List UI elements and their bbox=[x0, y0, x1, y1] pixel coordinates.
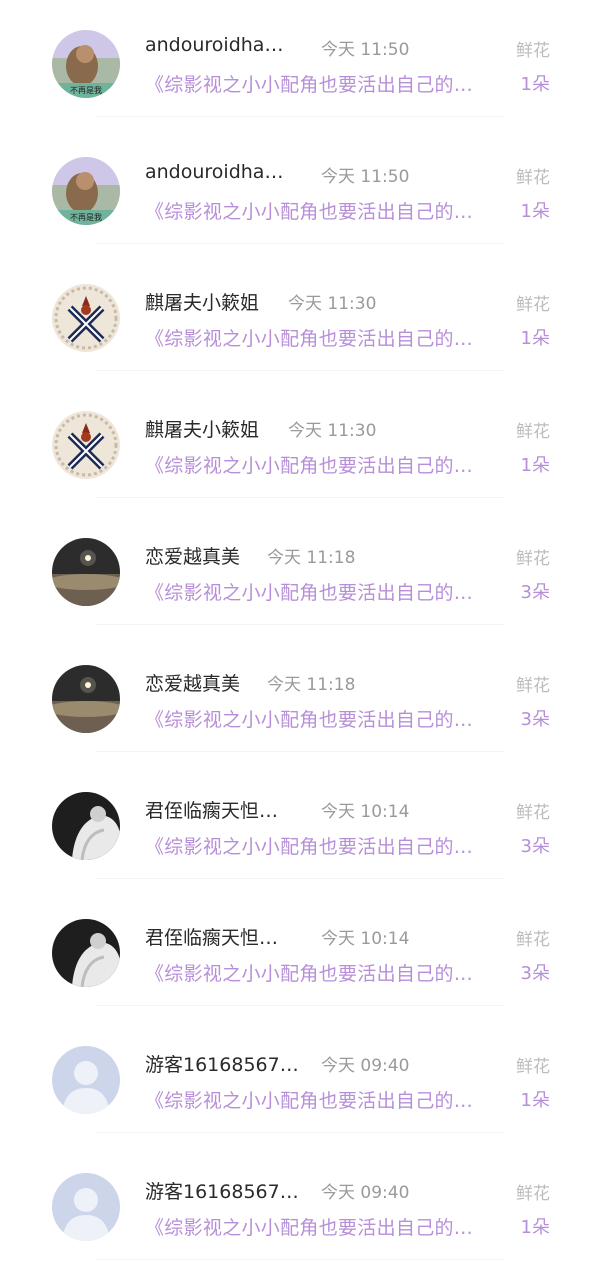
emblem-avatar-icon bbox=[52, 284, 120, 352]
gift-count: 3朵 bbox=[520, 836, 550, 857]
flower-gift-list: 不再是我 andouroidha… 今天 11:50 鲜花 《综影视之小小配角也… bbox=[0, 0, 602, 1280]
book-title-link[interactable]: 《综影视之小小配角也要活出自己的… bbox=[145, 1213, 473, 1240]
divider bbox=[95, 1005, 505, 1006]
divider bbox=[95, 751, 505, 752]
list-item[interactable]: 恋爱越真美 今天 11:18 鲜花 《综影视之小小配角也要活出自己的… 3朵 bbox=[0, 508, 602, 635]
gift-type-label: 鲜花 bbox=[516, 168, 550, 188]
gift-count: 1朵 bbox=[520, 455, 550, 476]
divider bbox=[95, 497, 505, 498]
list-item[interactable]: 不再是我 andouroidha… 今天 11:50 鲜花 《综影视之小小配角也… bbox=[0, 0, 602, 127]
avatar[interactable] bbox=[52, 919, 120, 987]
list-item[interactable]: 不再是我 andouroidha… 今天 11:50 鲜花 《综影视之小小配角也… bbox=[0, 127, 602, 254]
avatar[interactable] bbox=[52, 411, 120, 479]
divider bbox=[95, 1132, 505, 1133]
divider bbox=[95, 370, 505, 371]
list-item[interactable]: 君侄临瘸天怛… 今天 10:14 鲜花 《综影视之小小配角也要活出自己的… 3朵 bbox=[0, 762, 602, 889]
user-name[interactable]: 麒屠夫小簌姐 bbox=[145, 415, 259, 442]
timestamp: 今天 11:30 bbox=[288, 294, 377, 314]
user-name[interactable]: andouroidha… bbox=[145, 34, 283, 56]
avatar[interactable] bbox=[52, 792, 120, 860]
book-title-link[interactable]: 《综影视之小小配角也要活出自己的… bbox=[145, 578, 473, 605]
book-title-link[interactable]: 《综影视之小小配角也要活出自己的… bbox=[145, 1086, 473, 1113]
gift-type-label: 鲜花 bbox=[516, 1057, 550, 1077]
gift-count: 1朵 bbox=[520, 1217, 550, 1238]
book-title-link[interactable]: 《综影视之小小配角也要活出自己的… bbox=[145, 197, 473, 224]
user-name[interactable]: 君侄临瘸天怛… bbox=[145, 923, 278, 950]
list-item[interactable]: 君侄临瘸天怛… 今天 10:14 鲜花 《综影视之小小配角也要活出自己的… 3朵 bbox=[0, 889, 602, 1016]
gift-count: 1朵 bbox=[520, 1090, 550, 1111]
gift-type-label: 鲜花 bbox=[516, 676, 550, 696]
book-title-link[interactable]: 《综影视之小小配角也要活出自己的… bbox=[145, 451, 473, 478]
gift-count: 1朵 bbox=[520, 328, 550, 349]
timestamp: 今天 11:50 bbox=[321, 40, 410, 60]
divider bbox=[95, 1259, 505, 1260]
gift-count: 3朵 bbox=[520, 709, 550, 730]
timestamp: 今天 09:40 bbox=[321, 1056, 410, 1076]
moon-landscape-avatar-icon bbox=[52, 538, 120, 606]
gift-type-label: 鲜花 bbox=[516, 295, 550, 315]
book-title-link[interactable]: 《综影视之小小配角也要活出自己的… bbox=[145, 832, 473, 859]
list-item[interactable]: 恋爱越真美 今天 11:18 鲜花 《综影视之小小配角也要活出自己的… 3朵 bbox=[0, 635, 602, 762]
bw-figure-avatar-icon bbox=[52, 919, 120, 987]
photo-avatar-girl-icon: 不再是我 bbox=[52, 30, 120, 98]
avatar[interactable] bbox=[52, 665, 120, 733]
gift-count: 3朵 bbox=[520, 582, 550, 603]
timestamp: 今天 10:14 bbox=[321, 802, 410, 822]
book-title-link[interactable]: 《综影视之小小配角也要活出自己的… bbox=[145, 324, 473, 351]
timestamp: 今天 09:40 bbox=[321, 1183, 410, 1203]
timestamp: 今天 11:18 bbox=[267, 548, 356, 568]
user-name[interactable]: 游客16168567… bbox=[145, 1177, 299, 1204]
gift-type-label: 鲜花 bbox=[516, 549, 550, 569]
avatar[interactable]: 不再是我 bbox=[52, 30, 120, 98]
divider bbox=[95, 243, 505, 244]
avatar[interactable] bbox=[52, 1046, 120, 1114]
timestamp: 今天 11:30 bbox=[288, 421, 377, 441]
user-name[interactable]: 君侄临瘸天怛… bbox=[145, 796, 278, 823]
list-item[interactable]: 游客16168567… 今天 09:40 鲜花 《综影视之小小配角也要活出自己的… bbox=[0, 1143, 602, 1270]
default-user-avatar-icon bbox=[52, 1173, 120, 1241]
timestamp: 今天 10:14 bbox=[321, 929, 410, 949]
emblem-avatar-icon bbox=[52, 411, 120, 479]
gift-type-label: 鲜花 bbox=[516, 41, 550, 61]
photo-avatar-girl-icon: 不再是我 bbox=[52, 157, 120, 225]
default-user-avatar-icon bbox=[52, 1046, 120, 1114]
book-title-link[interactable]: 《综影视之小小配角也要活出自己的… bbox=[145, 959, 473, 986]
gift-type-label: 鲜花 bbox=[516, 422, 550, 442]
gift-type-label: 鲜花 bbox=[516, 1184, 550, 1204]
user-name[interactable]: 麒屠夫小簌姐 bbox=[145, 288, 259, 315]
user-name[interactable]: 游客16168567… bbox=[145, 1050, 299, 1077]
list-item[interactable]: 游客16168567… 今天 09:40 鲜花 《综影视之小小配角也要活出自己的… bbox=[0, 1016, 602, 1143]
gift-count: 3朵 bbox=[520, 963, 550, 984]
svg-text:不再是我: 不再是我 bbox=[70, 85, 102, 95]
avatar[interactable] bbox=[52, 538, 120, 606]
gift-count: 1朵 bbox=[520, 201, 550, 222]
list-item[interactable]: 麒屠夫小簌姐 今天 11:30 鲜花 《综影视之小小配角也要活出自己的… 1朵 bbox=[0, 254, 602, 381]
divider bbox=[95, 624, 505, 625]
gift-type-label: 鲜花 bbox=[516, 930, 550, 950]
timestamp: 今天 11:18 bbox=[267, 675, 356, 695]
book-title-link[interactable]: 《综影视之小小配角也要活出自己的… bbox=[145, 70, 473, 97]
list-item[interactable]: 麒屠夫小簌姐 今天 11:30 鲜花 《综影视之小小配角也要活出自己的… 1朵 bbox=[0, 381, 602, 508]
user-name[interactable]: 恋爱越真美 bbox=[145, 542, 240, 569]
avatar[interactable]: 不再是我 bbox=[52, 157, 120, 225]
timestamp: 今天 11:50 bbox=[321, 167, 410, 187]
avatar[interactable] bbox=[52, 284, 120, 352]
moon-landscape-avatar-icon bbox=[52, 665, 120, 733]
gift-type-label: 鲜花 bbox=[516, 803, 550, 823]
book-title-link[interactable]: 《综影视之小小配角也要活出自己的… bbox=[145, 705, 473, 732]
divider bbox=[95, 116, 505, 117]
divider bbox=[95, 878, 505, 879]
bw-figure-avatar-icon bbox=[52, 792, 120, 860]
svg-text:不再是我: 不再是我 bbox=[70, 212, 102, 222]
user-name[interactable]: 恋爱越真美 bbox=[145, 669, 240, 696]
avatar[interactable] bbox=[52, 1173, 120, 1241]
user-name[interactable]: andouroidha… bbox=[145, 161, 283, 183]
gift-count: 1朵 bbox=[520, 74, 550, 95]
